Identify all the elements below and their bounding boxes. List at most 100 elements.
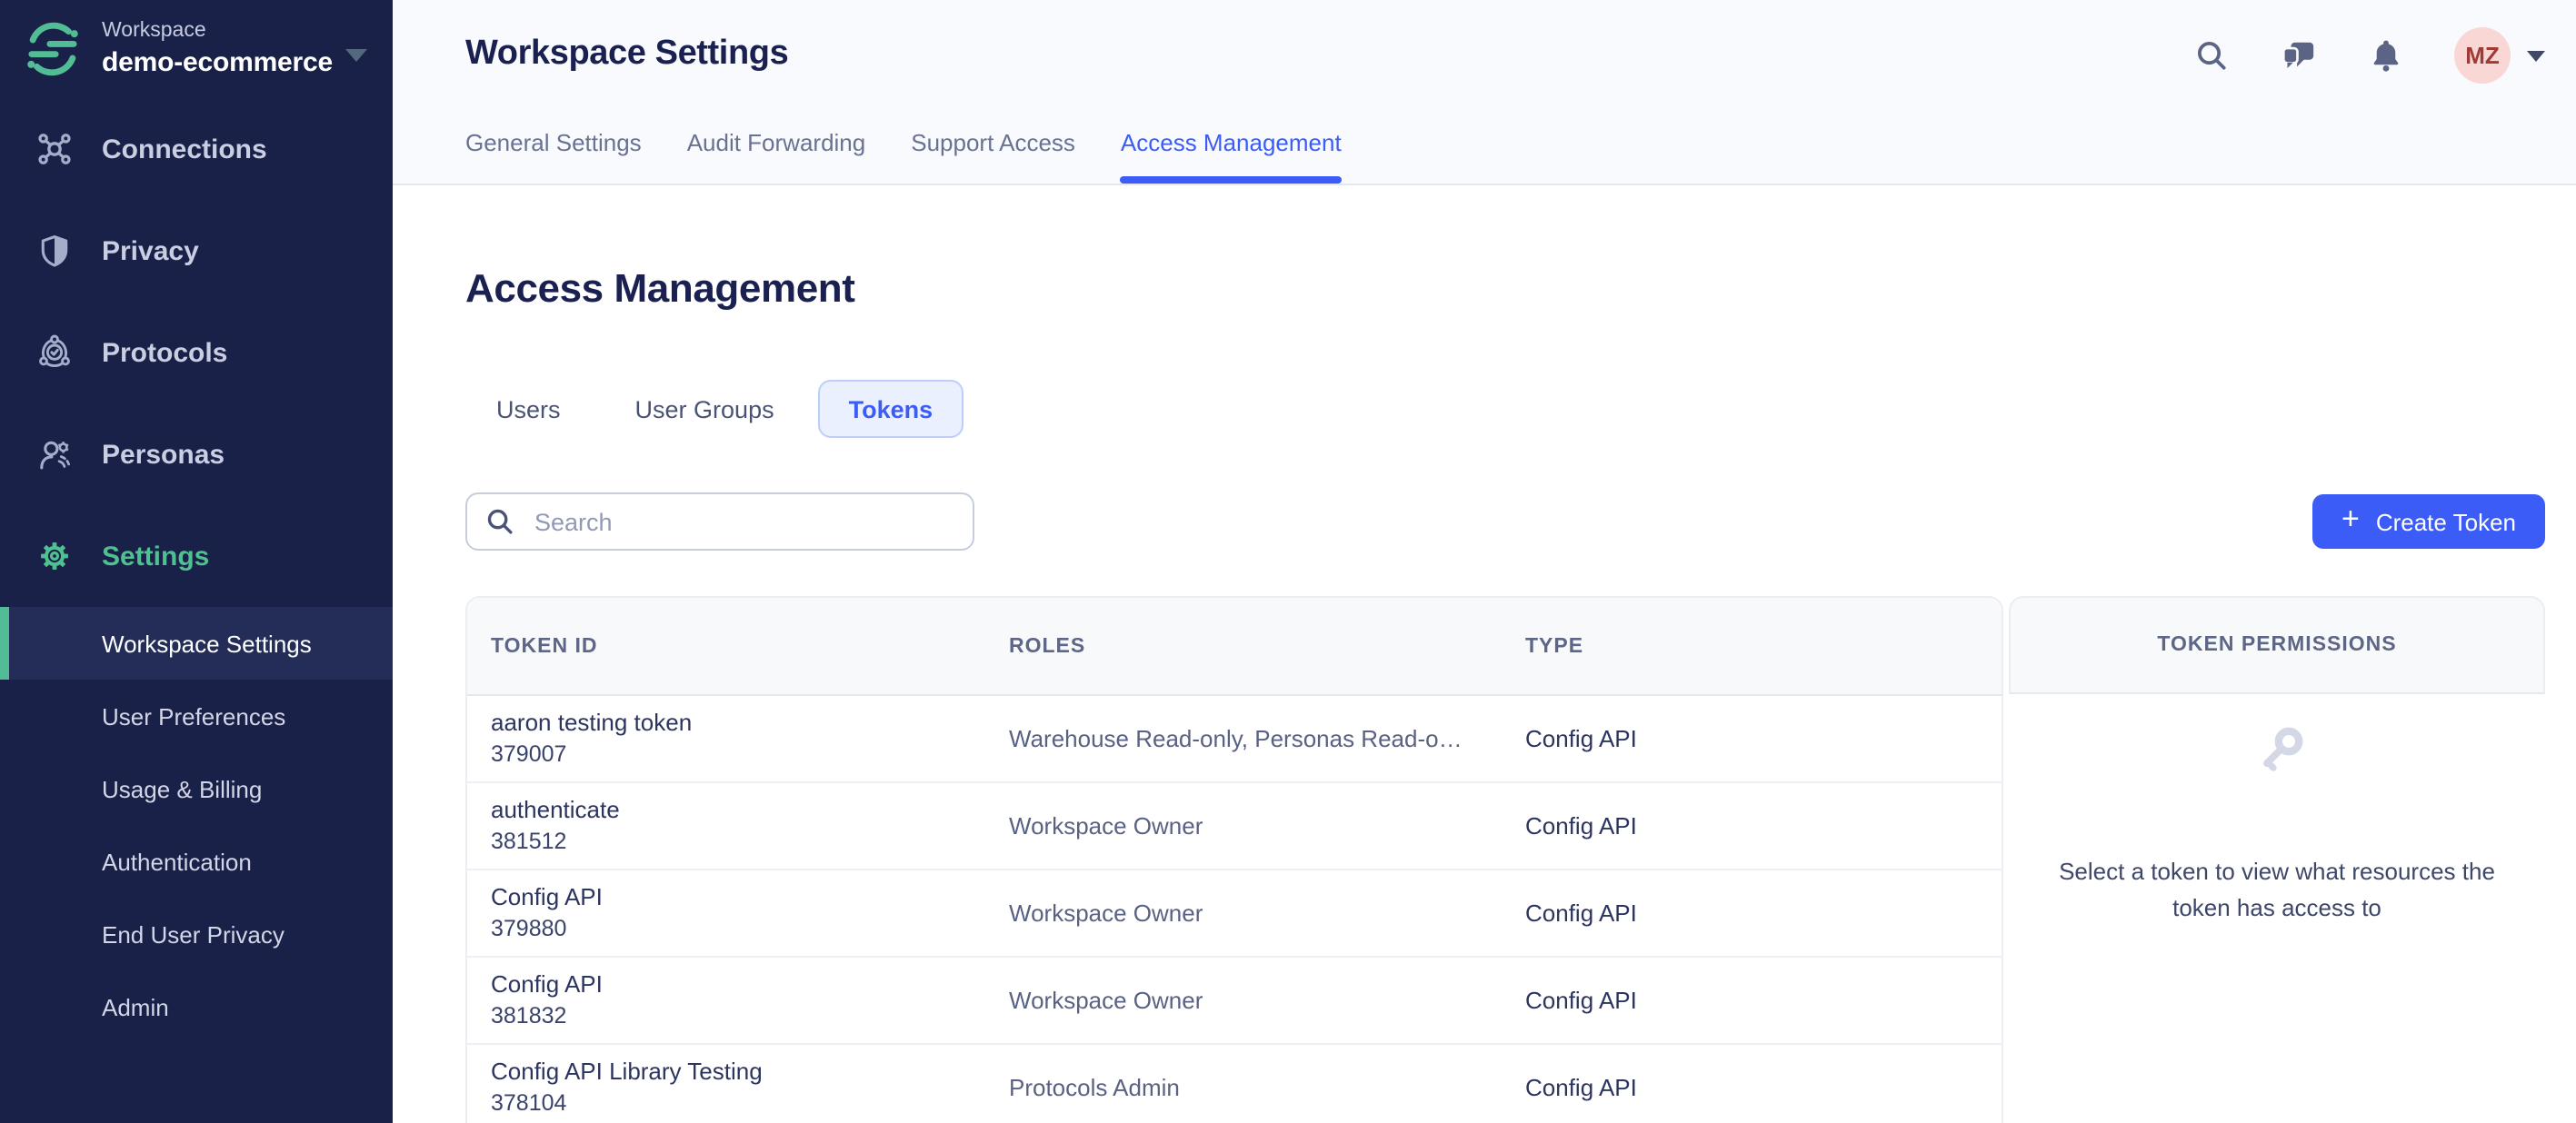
token-roles: Warehouse Read-only, Personas Read-only,… bbox=[1009, 725, 1498, 752]
workspace-caret-icon[interactable] bbox=[345, 49, 367, 62]
token-permissions-panel: TOKEN PERMISSIONS Select a token to view… bbox=[2009, 596, 2545, 928]
sidebar-subitem-end-user-privacy[interactable]: End User Privacy bbox=[0, 898, 393, 970]
panes: TOKEN ID ROLES TYPE aaron testing token … bbox=[465, 596, 2545, 1123]
sidebar-item-label: Protocols bbox=[102, 337, 228, 368]
sidebar-item-label: Connections bbox=[102, 134, 267, 164]
search-icon[interactable] bbox=[2194, 38, 2229, 73]
tab-tokens[interactable]: Tokens bbox=[817, 380, 964, 438]
token-name: Config API bbox=[491, 882, 603, 910]
sidebar-subnav: Workspace Settings User Preferences Usag… bbox=[0, 607, 393, 1043]
table-row[interactable]: Config API Library Testing 378104 Protoc… bbox=[467, 1045, 2002, 1123]
tab-support-access[interactable]: Support Access bbox=[911, 129, 1075, 184]
bell-icon[interactable] bbox=[2369, 38, 2403, 73]
sidebar-item-label: Settings bbox=[102, 541, 210, 571]
sidebar-item-label: Personas bbox=[102, 439, 225, 470]
search-box[interactable] bbox=[465, 492, 974, 551]
subitem-label: Admin bbox=[102, 993, 169, 1020]
token-id: 378104 bbox=[491, 1089, 567, 1116]
subitem-label: End User Privacy bbox=[102, 920, 285, 948]
create-token-button[interactable]: + Create Token bbox=[2311, 494, 2545, 549]
tab-access-management[interactable]: Access Management bbox=[1120, 129, 1343, 184]
search-input[interactable] bbox=[531, 506, 954, 537]
workspace-switcher[interactable]: Workspace demo-ecommerce bbox=[24, 18, 378, 102]
search-icon bbox=[487, 509, 513, 534]
token-id: 381512 bbox=[491, 828, 567, 854]
token-permissions-header: TOKEN PERMISSIONS bbox=[2009, 596, 2545, 694]
settings-gear-icon bbox=[41, 542, 68, 570]
main-area: Workspace Settings MZ General Settings A… bbox=[393, 0, 2576, 1123]
token-roles: Workspace Owner bbox=[1009, 987, 1203, 1014]
create-token-label: Create Token bbox=[2375, 508, 2516, 535]
token-type: Config API bbox=[1525, 899, 1637, 927]
table-row[interactable]: Config API 381832 Workspace Owner Config… bbox=[467, 958, 2002, 1045]
token-id: 381832 bbox=[491, 1002, 567, 1029]
sidebar-subitem-admin[interactable]: Admin bbox=[0, 970, 393, 1043]
sidebar-item-settings[interactable]: Settings bbox=[0, 505, 393, 607]
token-id: 379880 bbox=[491, 915, 567, 941]
token-name: aaron testing token bbox=[491, 708, 693, 736]
token-type: Config API bbox=[1525, 725, 1637, 752]
section-heading: Access Management bbox=[465, 265, 855, 311]
sidebar-subitem-authentication[interactable]: Authentication bbox=[0, 825, 393, 898]
tab-general-settings[interactable]: General Settings bbox=[465, 129, 642, 184]
segment-logo-icon bbox=[27, 22, 78, 76]
sidebar-item-connections[interactable]: Connections bbox=[0, 98, 393, 200]
connections-icon bbox=[38, 134, 71, 164]
token-id: 379007 bbox=[491, 740, 567, 767]
tab-user-groups[interactable]: User Groups bbox=[604, 380, 805, 438]
table-row[interactable]: aaron testing token 379007 Warehouse Rea… bbox=[467, 696, 2002, 783]
avatar-initials: MZ bbox=[2465, 42, 2500, 69]
key-icon bbox=[2262, 727, 2302, 771]
sidebar-item-privacy[interactable]: Privacy bbox=[0, 200, 393, 302]
access-tabs: Users User Groups Tokens bbox=[465, 380, 2545, 438]
sidebar-item-personas[interactable]: Personas bbox=[0, 403, 393, 505]
app-root: Workspace demo-ecommerce Connections Pri… bbox=[0, 0, 2576, 1123]
page-title: Workspace Settings bbox=[465, 35, 789, 73]
sidebar-subitem-workspace-settings[interactable]: Workspace Settings bbox=[0, 607, 393, 680]
token-roles: Workspace Owner bbox=[1009, 899, 1203, 927]
tab-audit-forwarding[interactable]: Audit Forwarding bbox=[687, 129, 866, 184]
toolbar: + Create Token bbox=[465, 492, 2545, 551]
account-caret-icon[interactable] bbox=[2527, 50, 2545, 61]
column-header-roles: ROLES bbox=[1009, 635, 1086, 657]
sidebar-subitem-user-preferences[interactable]: User Preferences bbox=[0, 680, 393, 752]
protocols-icon bbox=[39, 334, 70, 368]
subitem-label: Workspace Settings bbox=[102, 630, 312, 657]
sidebar: Workspace demo-ecommerce Connections Pri… bbox=[0, 0, 393, 1123]
empty-state-message: Select a token to view what resources th… bbox=[2059, 858, 2495, 922]
topbar: Workspace Settings MZ General Settings A… bbox=[393, 0, 2576, 185]
settings-tabs: General Settings Audit Forwarding Suppor… bbox=[465, 129, 1387, 184]
sidebar-item-label: Privacy bbox=[102, 235, 199, 266]
token-roles: Protocols Admin bbox=[1009, 1074, 1180, 1101]
token-roles: Workspace Owner bbox=[1009, 812, 1203, 840]
workspace-name: demo-ecommerce bbox=[102, 47, 333, 78]
token-name: Config API bbox=[491, 969, 603, 998]
content: Access Management Users User Groups Toke… bbox=[393, 185, 2576, 1123]
workspace-info: Workspace demo-ecommerce bbox=[102, 20, 333, 78]
token-type: Config API bbox=[1525, 987, 1637, 1014]
token-type: Config API bbox=[1525, 812, 1637, 840]
workspace-label: Workspace bbox=[102, 20, 206, 42]
subitem-label: Usage & Billing bbox=[102, 775, 263, 802]
token-name: authenticate bbox=[491, 795, 620, 823]
column-header-token-id: TOKEN ID bbox=[491, 635, 598, 657]
tokens-table: TOKEN ID ROLES TYPE aaron testing token … bbox=[465, 596, 2003, 1123]
sidebar-nav: Connections Privacy Protocols Personas S… bbox=[0, 98, 393, 607]
chat-icon[interactable] bbox=[2281, 38, 2316, 73]
subitem-label: User Preferences bbox=[102, 702, 286, 730]
token-permissions-empty-state: Select a token to view what resources th… bbox=[2009, 694, 2545, 928]
privacy-shield-icon bbox=[41, 235, 68, 267]
personas-icon bbox=[40, 441, 70, 470]
token-type: Config API bbox=[1525, 1074, 1637, 1101]
table-row[interactable]: Config API 379880 Workspace Owner Config… bbox=[467, 870, 2002, 958]
sidebar-subitem-usage-billing[interactable]: Usage & Billing bbox=[0, 752, 393, 825]
sidebar-item-protocols[interactable]: Protocols bbox=[0, 302, 393, 403]
tab-users[interactable]: Users bbox=[465, 380, 592, 438]
avatar[interactable]: MZ bbox=[2454, 27, 2511, 84]
subitem-label: Authentication bbox=[102, 848, 252, 875]
topbar-icons: MZ bbox=[2194, 27, 2545, 84]
token-name: Config API Library Testing bbox=[491, 1057, 763, 1085]
table-row[interactable]: authenticate 381512 Workspace Owner Conf… bbox=[467, 783, 2002, 870]
table-header: TOKEN ID ROLES TYPE bbox=[467, 598, 2002, 696]
column-header-type: TYPE bbox=[1525, 635, 1584, 657]
